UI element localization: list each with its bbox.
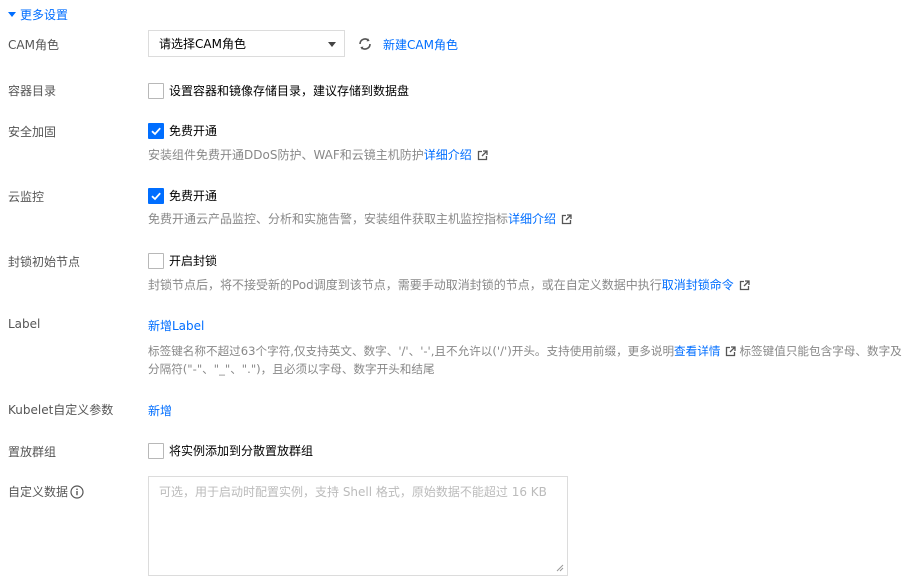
section-title: 更多设置 <box>20 7 69 22</box>
add-kubelet-param-link[interactable]: 新增 <box>148 402 172 419</box>
external-link-icon[interactable] <box>725 346 737 357</box>
label-hint-text-line2: 分隔符("-"、"_"、".")，且必须以字母、数字开头和结尾 <box>148 362 435 376</box>
label-hint: 标签键名称不超过63个字符,仅支持英文、数字、'/'、'-',且不允许以('/'… <box>148 342 913 378</box>
checkmark-icon <box>151 127 161 135</box>
add-label-link[interactable]: 新增Label <box>148 317 204 334</box>
security-hint: 安装组件免费开通DDoS防护、WAF和云镜主机防护详细介绍 <box>148 146 488 164</box>
cordon-checkbox[interactable] <box>148 252 164 269</box>
resize-handle-icon[interactable] <box>556 564 564 572</box>
security-checkbox-label: 免费开通 <box>169 124 218 138</box>
cam-role-select[interactable]: 请选择CAM角色 <box>148 30 345 57</box>
caret-down-icon <box>8 11 16 17</box>
external-link-icon[interactable] <box>739 280 750 291</box>
custom-data-label: 自定义数据 <box>8 485 69 499</box>
container-dir-label: 容器目录 <box>8 84 57 98</box>
cordon-hint-text: 封锁节点后，将不接受新的Pod调度到该节点，需要手动取消封锁的节点，或在自定义数… <box>148 278 662 292</box>
more-settings-toggle[interactable]: 更多设置 <box>8 6 68 22</box>
external-link-icon[interactable] <box>561 214 572 225</box>
view-details-link[interactable]: 查看详情 <box>674 344 720 358</box>
custom-data-label-row: 自定义数据 <box>8 483 84 500</box>
label-hint-text-a: 标签键名称不超过63个字符,仅支持英文、数字、'/'、'-',且不允许以('/'… <box>148 344 675 358</box>
cam-role-select-value: 请选择CAM角色 <box>159 37 246 51</box>
security-checkbox[interactable] <box>148 122 164 139</box>
security-label: 安全加固 <box>8 125 57 139</box>
checkmark-icon <box>151 192 161 200</box>
monitor-checkbox[interactable] <box>148 187 164 204</box>
monitor-hint-text: 免费开通云产品监控、分析和实施告警，安装组件获取主机监控指标 <box>148 212 509 226</box>
monitor-hint: 免费开通云产品监控、分析和实施告警，安装组件获取主机监控指标详细介绍 <box>148 210 572 228</box>
external-link-icon[interactable] <box>477 150 488 161</box>
new-cam-role-link[interactable]: 新建CAM角色 <box>383 36 458 53</box>
cordon-hint: 封锁节点后，将不接受新的Pod调度到该节点，需要手动取消封锁的节点，或在自定义数… <box>148 276 750 294</box>
custom-data-placeholder: 可选，用于启动时配置实例，支持 Shell 格式，原始数据不能超过 16 KB <box>159 485 547 499</box>
placement-checkbox[interactable] <box>148 442 164 459</box>
uncordon-command-link[interactable]: 取消封锁命令 <box>662 278 734 292</box>
label-hint-text-b: 标签键值只能包含字母、数字及 <box>739 344 902 358</box>
security-hint-text: 安装组件免费开通DDoS防护、WAF和云镜主机防护 <box>148 148 424 162</box>
container-dir-checkbox-label: 设置容器和镜像存储目录，建议存储到数据盘 <box>169 84 410 98</box>
placement-checkbox-label: 将实例添加到分散置放群组 <box>169 444 314 458</box>
chevron-down-icon <box>328 42 336 47</box>
kubelet-label: Kubelet自定义参数 <box>8 403 114 417</box>
refresh-icon[interactable] <box>357 36 373 52</box>
cordon-label: 封锁初始节点 <box>8 255 81 269</box>
cordon-checkbox-label: 开启封锁 <box>169 254 218 268</box>
info-icon[interactable] <box>70 484 84 499</box>
placement-label: 置放群组 <box>8 445 57 459</box>
cam-label: CAM角色 <box>8 38 59 52</box>
monitor-checkbox-label: 免费开通 <box>169 189 218 203</box>
monitor-detail-link[interactable]: 详细介绍 <box>508 212 556 226</box>
security-detail-link[interactable]: 详细介绍 <box>424 148 472 162</box>
container-dir-checkbox[interactable] <box>148 82 164 99</box>
label-field-label: Label <box>8 317 41 331</box>
custom-data-textarea[interactable]: 可选，用于启动时配置实例，支持 Shell 格式，原始数据不能超过 16 KB <box>148 476 568 576</box>
monitor-label: 云监控 <box>8 190 45 204</box>
